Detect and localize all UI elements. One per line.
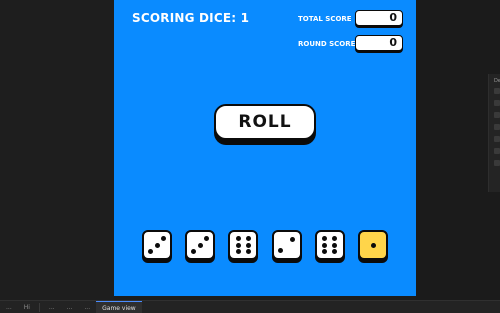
- die-pip: [148, 249, 153, 254]
- die-pip: [322, 249, 328, 254]
- editor-taskbar: ... Hi ... ... ... Game view: [0, 300, 500, 313]
- editor-left-pane: [0, 0, 114, 300]
- held-die[interactable]: [358, 230, 388, 260]
- die-pip: [322, 236, 328, 241]
- die-pip: [246, 242, 252, 248]
- panel-row[interactable]: [494, 100, 500, 106]
- die-pip: [246, 249, 252, 254]
- die-pip: [235, 242, 241, 248]
- taskbar-item-game-view[interactable]: Game view: [96, 300, 142, 313]
- die-pip: [370, 242, 376, 248]
- taskbar-item[interactable]: Hi: [18, 304, 36, 311]
- die[interactable]: [185, 230, 216, 260]
- game-canvas: SCORING DICE: 1 TOTAL SCORE 0 ROUND SCOR…: [114, 0, 416, 296]
- panel-row[interactable]: [494, 124, 500, 130]
- die[interactable]: [314, 230, 345, 260]
- taskbar-separator: [38, 302, 40, 312]
- taskbar-item[interactable]: ...: [0, 304, 18, 311]
- die-pip: [197, 242, 203, 248]
- round-score-value: 0: [355, 35, 403, 51]
- die-pip: [332, 242, 338, 248]
- die-pip: [246, 236, 252, 241]
- die-pip: [235, 249, 241, 254]
- die-pip: [332, 236, 338, 241]
- round-score-label: ROUND SCORE: [298, 40, 356, 48]
- die[interactable]: [142, 230, 172, 260]
- scoring-dice-label: SCORING DICE: 1: [132, 11, 250, 25]
- taskbar-item[interactable]: ...: [78, 304, 96, 311]
- die-pip: [191, 249, 197, 254]
- die[interactable]: [228, 230, 259, 260]
- panel-row[interactable]: [494, 112, 500, 118]
- taskbar-item[interactable]: ...: [61, 304, 79, 311]
- die-pip: [204, 236, 210, 241]
- panel-row[interactable]: [494, 136, 500, 142]
- die-pip: [154, 242, 160, 248]
- taskbar-item[interactable]: ...: [43, 304, 61, 311]
- die-pip: [332, 249, 338, 254]
- die-pip: [322, 242, 328, 248]
- inspector-panel-title: De: [494, 78, 500, 84]
- panel-row[interactable]: [494, 160, 500, 166]
- die-pip: [278, 248, 284, 254]
- total-score-label: TOTAL SCORE: [298, 15, 352, 23]
- panel-row[interactable]: [494, 148, 500, 154]
- roll-button[interactable]: ROLL: [214, 104, 316, 140]
- die-pip: [235, 236, 241, 241]
- die[interactable]: [271, 230, 302, 260]
- total-score-value: 0: [355, 10, 403, 26]
- die-pip: [289, 236, 295, 242]
- inspector-panel: De: [488, 74, 500, 192]
- die-pip: [161, 236, 166, 241]
- panel-row[interactable]: [494, 88, 500, 94]
